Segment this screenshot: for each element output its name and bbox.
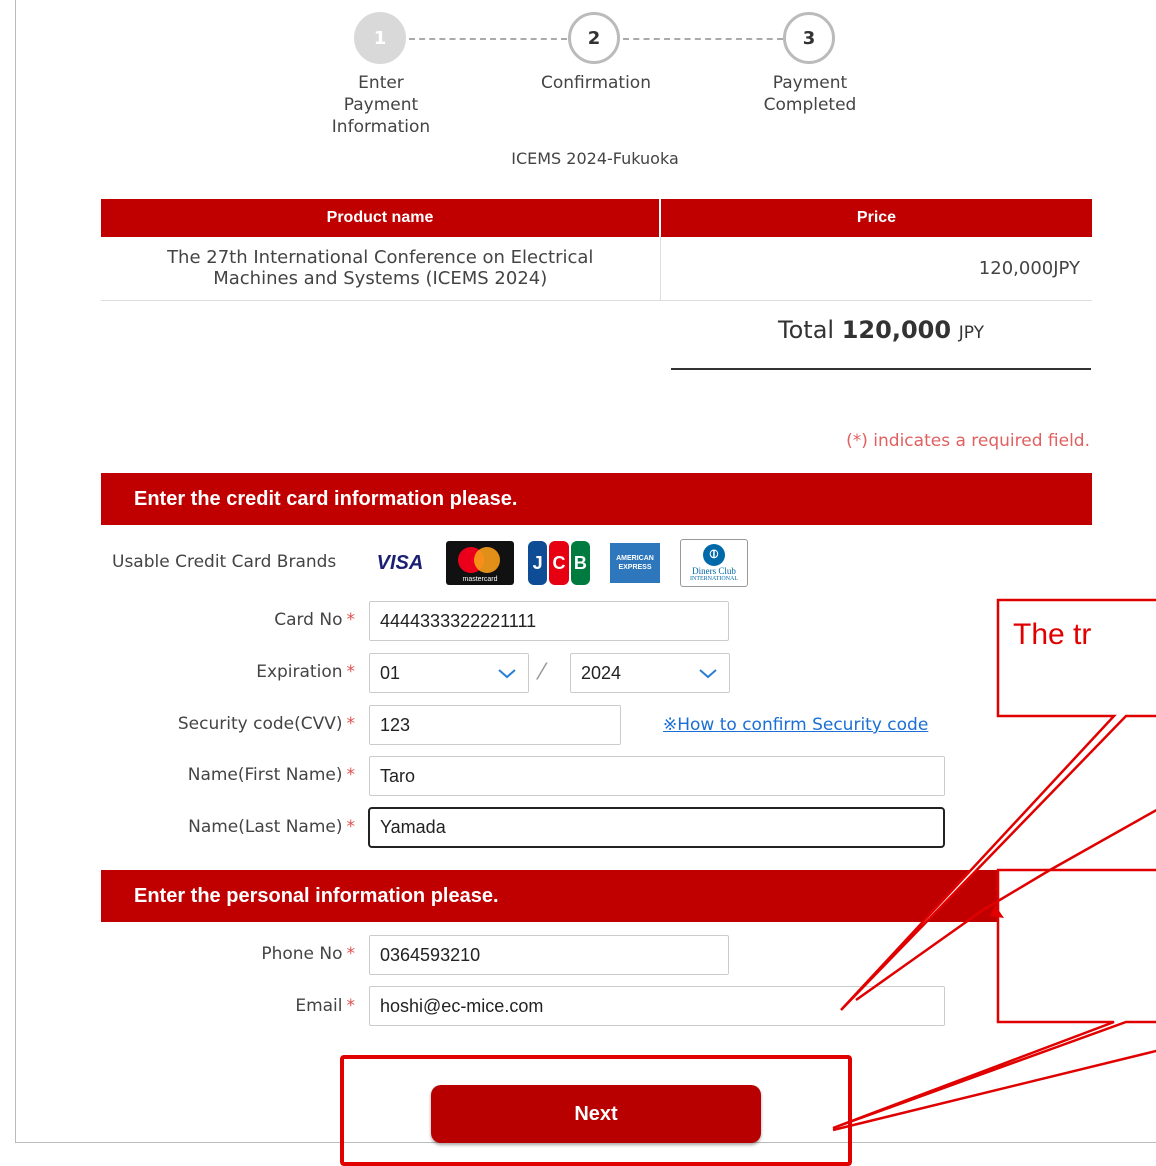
callout-text: The tr [1013,618,1092,651]
callout-pointer-line [855,908,984,1002]
callout-pointer-line [1049,808,1156,872]
callout-overlay [832,598,1156,1132]
callout-pointer-line [832,1049,1156,1132]
